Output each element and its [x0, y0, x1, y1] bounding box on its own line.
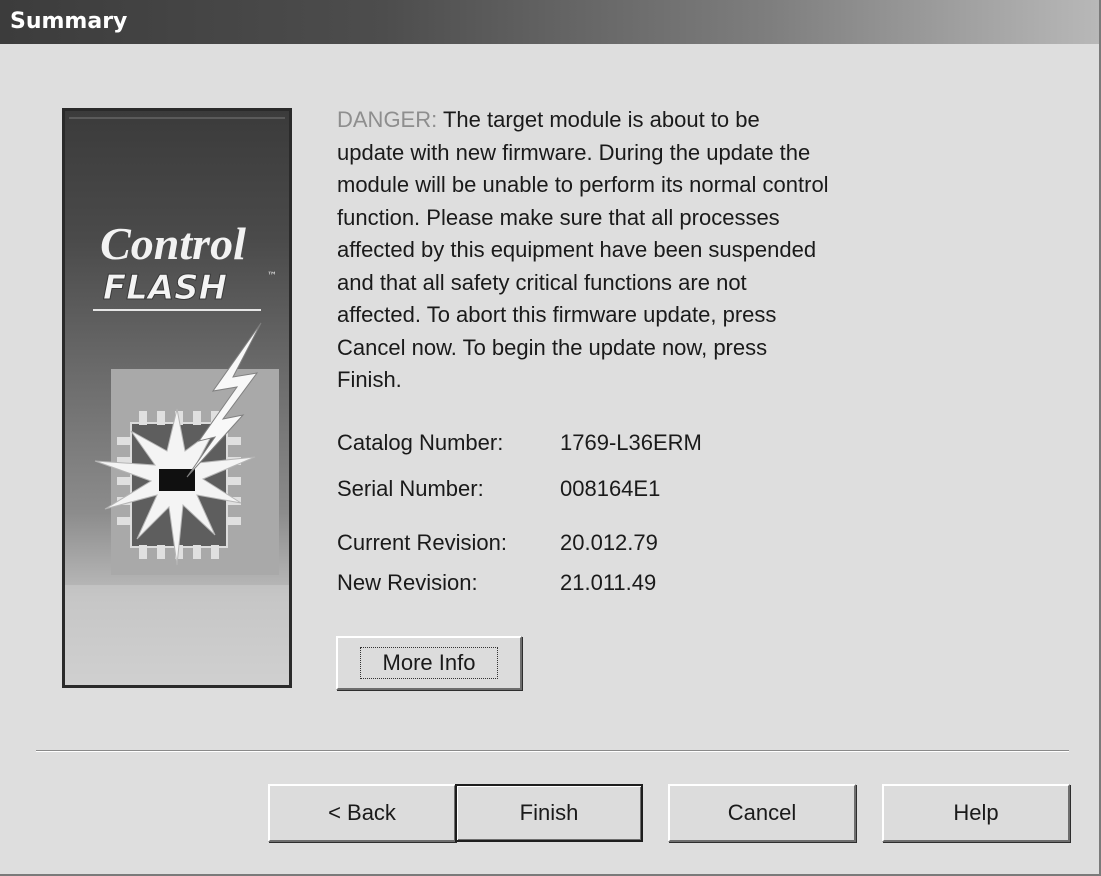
catalog-number-value: 1769-L36ERM [560, 430, 702, 455]
finish-button-label: Finish [519, 800, 579, 825]
controlflash-logo-art: Control FLASH ™ [65, 117, 289, 685]
logo-word-control: Control [100, 218, 246, 269]
new-revision-label: New Revision: [337, 570, 478, 595]
catalog-number-label: Catalog Number: [337, 430, 504, 455]
message-line: DANGER: The target module is about to be [337, 107, 760, 132]
finish-button[interactable]: Finish [455, 784, 643, 842]
help-button[interactable]: Help [882, 784, 1070, 842]
current-revision-value: 20.012.79 [560, 530, 658, 555]
more-info-label: More Info [359, 647, 499, 679]
message-line: module will be unable to perform its nor… [337, 172, 829, 197]
cancel-button-label: Cancel [727, 800, 797, 825]
new-revision-value: 21.011.49 [560, 570, 657, 595]
summary-dialog: Summary Control FLASH ™ DANGER: The targ… [0, 0, 1101, 876]
message-line: update with new firmware. During the upd… [337, 139, 811, 165]
help-button-label: Help [953, 800, 999, 825]
back-button-label: < Back [328, 800, 396, 825]
logo-word-flash: FLASH [103, 268, 227, 308]
title-bar: Summary [0, 0, 1099, 44]
separator [36, 750, 1069, 752]
message-line: and that all safety critical functions a… [337, 269, 747, 295]
controlflash-logo: Control FLASH ™ [62, 108, 292, 688]
message-line: affected. To abort this firmware update,… [337, 302, 777, 327]
danger-label: DANGER: [337, 107, 438, 132]
logo-trademark: ™ [267, 271, 277, 282]
window-title: Summary [10, 9, 128, 34]
logo-underline [93, 309, 261, 311]
back-button[interactable]: < Back [268, 784, 456, 842]
message-line: affected by this equipment have been sus… [337, 237, 817, 262]
serial-number-label: Serial Number: [337, 476, 484, 501]
more-info-button[interactable]: More Info [336, 636, 522, 690]
chip-core [159, 469, 195, 491]
message-line: Finish. [337, 367, 402, 392]
current-revision-label: Current Revision: [337, 530, 507, 555]
danger-message: DANGER: The target module is about to be… [337, 104, 937, 397]
serial-number-value: 008164E1 [560, 476, 661, 501]
message-line: function. Please make sure that all proc… [337, 204, 780, 230]
cancel-button[interactable]: Cancel [668, 784, 856, 842]
message-line: Cancel now. To begin the update now, pre… [337, 334, 768, 360]
